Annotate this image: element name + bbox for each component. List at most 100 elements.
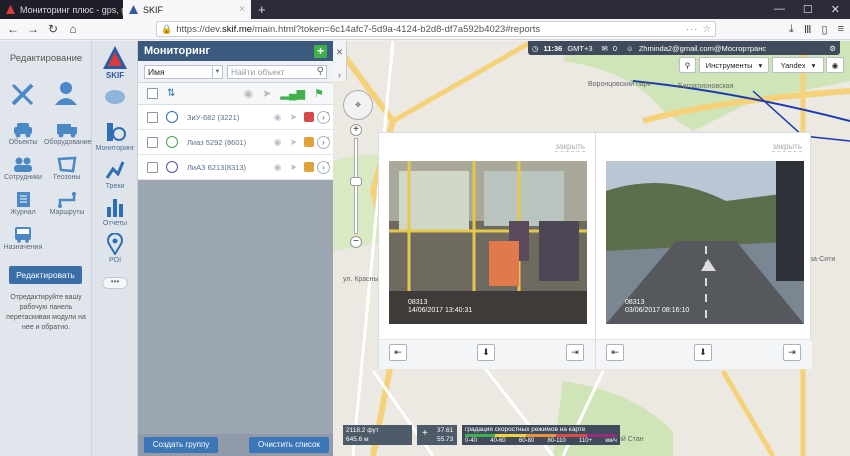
new-tab-icon[interactable]: +	[251, 2, 273, 17]
row-expand-icon[interactable]: ›	[317, 161, 330, 174]
tool-routes[interactable]: Маршруты	[44, 191, 90, 216]
eye-icon[interactable]: ◉	[272, 162, 283, 173]
first-frame-button[interactable]: ⇤	[389, 344, 407, 361]
skif-logo-icon: SKIF	[103, 46, 127, 79]
object-row[interactable]: ЛиАЗ 6213(8313) ◉ ➤ ›	[138, 155, 333, 180]
gradient-title: градация скоростных режимов на карте	[465, 426, 586, 433]
chat-icon[interactable]	[104, 89, 126, 105]
navigate-icon[interactable]: ➤	[288, 162, 299, 173]
user-email[interactable]: Zhminda2@gmail.com@Мосгортранс	[639, 44, 766, 53]
create-group-button[interactable]: Создать группу	[144, 437, 218, 453]
tool-assignments[interactable]: Назначения	[0, 226, 46, 251]
reload-icon[interactable]: ↻	[46, 22, 60, 36]
object-search-input[interactable]: Найти объект ⚲	[227, 64, 327, 79]
object-row[interactable]: ЗиУ-682 (3221) ◉ ➤ ›	[138, 105, 333, 130]
truck-icon	[57, 124, 77, 138]
home-icon[interactable]: ⌂	[66, 22, 80, 36]
map-layers-button[interactable]: ◉	[826, 57, 844, 73]
tool-employees[interactable]: Сотрудники	[0, 156, 46, 181]
edit-button[interactable]: Редактировать	[9, 266, 82, 284]
sort-field-select[interactable]: Имя ▼	[144, 64, 223, 79]
module-reports[interactable]: Отчеты	[92, 196, 138, 227]
module-poi[interactable]: POI	[92, 233, 138, 264]
bookmark-star-icon[interactable]: ☆	[702, 24, 711, 35]
navigate-column-icon[interactable]: ➤	[262, 87, 271, 100]
eye-icon[interactable]: ◉	[272, 112, 283, 123]
alarm-status-icon[interactable]	[304, 112, 314, 122]
maximize-icon[interactable]: ☐	[803, 3, 813, 16]
user-icon[interactable]	[53, 79, 79, 105]
navigate-icon[interactable]: ➤	[288, 112, 299, 123]
close-video-button[interactable]: закрыть	[772, 142, 802, 152]
library-icon[interactable]: Ⅲ	[804, 23, 812, 36]
object-row[interactable]: Лиаз 5292 (8601) ◉ ➤ ›	[138, 130, 333, 155]
sort-icon[interactable]: ⇅	[167, 88, 175, 99]
monitoring-panel: Мониторинг + Имя ▼ Найти объект ⚲ ⇅ ◉ ➤ …	[138, 41, 333, 456]
people-icon	[14, 157, 32, 172]
row-checkbox[interactable]	[147, 136, 158, 148]
zoom-slider[interactable]	[350, 138, 362, 234]
clear-list-button[interactable]: Очистить список	[249, 437, 329, 453]
tool-journal[interactable]: Журнал	[0, 191, 46, 216]
last-frame-button[interactable]: ⇥	[566, 344, 584, 361]
tool-equipment[interactable]: Оборудование	[44, 121, 92, 146]
back-icon[interactable]: ←	[6, 22, 20, 36]
tool-label: Оборудование	[44, 139, 92, 146]
browser-navbar: ← → ↻ ⌂ 🔒 https://dev.skif.me/main.html?…	[0, 19, 850, 40]
forward-icon[interactable]: →	[26, 22, 40, 36]
settings-gear-icon[interactable]: ⚙	[829, 44, 836, 53]
navigate-icon[interactable]: ➤	[288, 137, 299, 148]
tab-skif[interactable]: SKIF ×	[123, 0, 251, 19]
warning-status-icon[interactable]	[304, 162, 314, 172]
message-icon[interactable]: ✉	[602, 44, 608, 53]
wrench-icon[interactable]	[10, 81, 36, 107]
download-button[interactable]: ⬇	[694, 344, 712, 361]
speed-gradient-legend: градация скоростных режимов на карте 0-4…	[462, 425, 620, 445]
tools-dropdown[interactable]: Инструменты ▾	[699, 57, 769, 73]
row-expand-icon[interactable]: ›	[317, 136, 330, 149]
zoom-out-button[interactable]: −	[350, 236, 362, 248]
download-icon[interactable]: ⤓	[789, 23, 794, 36]
row-checkbox[interactable]	[147, 111, 158, 123]
row-expand-icon[interactable]: ›	[317, 111, 330, 124]
map-search-button[interactable]: ⚲	[679, 57, 696, 73]
tab-monitoring[interactable]: Мониторинг плюс - gps, glon ×	[0, 0, 123, 19]
zoom-knob[interactable]	[350, 177, 362, 186]
collapse-panel-button[interactable]: ✕ ›	[333, 41, 347, 81]
journal-icon	[17, 192, 30, 207]
tool-objects[interactable]: Объекты	[0, 121, 46, 146]
module-tracks[interactable]: Треки	[92, 159, 138, 190]
add-object-button[interactable]: +	[314, 45, 327, 58]
last-frame-button[interactable]: ⇥	[783, 344, 801, 361]
download-button[interactable]: ⬇	[477, 344, 495, 361]
zoom-in-button[interactable]: +	[350, 124, 362, 136]
warning-status-icon[interactable]	[304, 137, 314, 147]
minimize-icon[interactable]: —	[774, 3, 785, 16]
close-window-icon[interactable]: ✕	[831, 3, 840, 16]
select-all-checkbox[interactable]	[147, 88, 158, 99]
signal-column-icon[interactable]: ▂▄▆	[280, 87, 305, 100]
page-actions-icon[interactable]: ···	[686, 24, 699, 35]
zoom-control[interactable]: + −	[350, 124, 362, 250]
map-pan-control[interactable]: ✥	[343, 90, 373, 120]
map-scale: 2118.2 фут 645.6 м	[343, 425, 412, 445]
url-bar[interactable]: 🔒 https://dev.skif.me/main.html?token=6c…	[156, 21, 716, 37]
row-checkbox[interactable]	[147, 161, 158, 173]
close-video-button[interactable]: закрыть	[555, 142, 585, 152]
flag-column-icon[interactable]: ⚑	[314, 87, 324, 100]
first-frame-button[interactable]: ⇤	[606, 344, 624, 361]
tool-label: Маршруты	[49, 209, 85, 216]
chevron-down-icon: ▼	[212, 65, 222, 78]
close-icon[interactable]: ✕	[333, 47, 346, 58]
map-provider-dropdown[interactable]: Yandex ▾	[772, 57, 824, 73]
eye-icon[interactable]: ◉	[272, 137, 283, 148]
monitoring-header: Мониторинг +	[138, 41, 333, 61]
tool-geozones[interactable]: Геозоны	[44, 156, 90, 181]
more-modules-button[interactable]: •••	[102, 277, 128, 289]
chevron-right-icon[interactable]: ›	[333, 70, 346, 80]
visibility-column-icon[interactable]: ◉	[244, 87, 254, 100]
module-monitoring[interactable]: Мониторинг	[92, 121, 138, 152]
sidebar-icon[interactable]: ▯	[822, 23, 828, 36]
close-tab-icon[interactable]: ×	[239, 4, 245, 15]
menu-icon[interactable]: ≡	[838, 23, 844, 36]
